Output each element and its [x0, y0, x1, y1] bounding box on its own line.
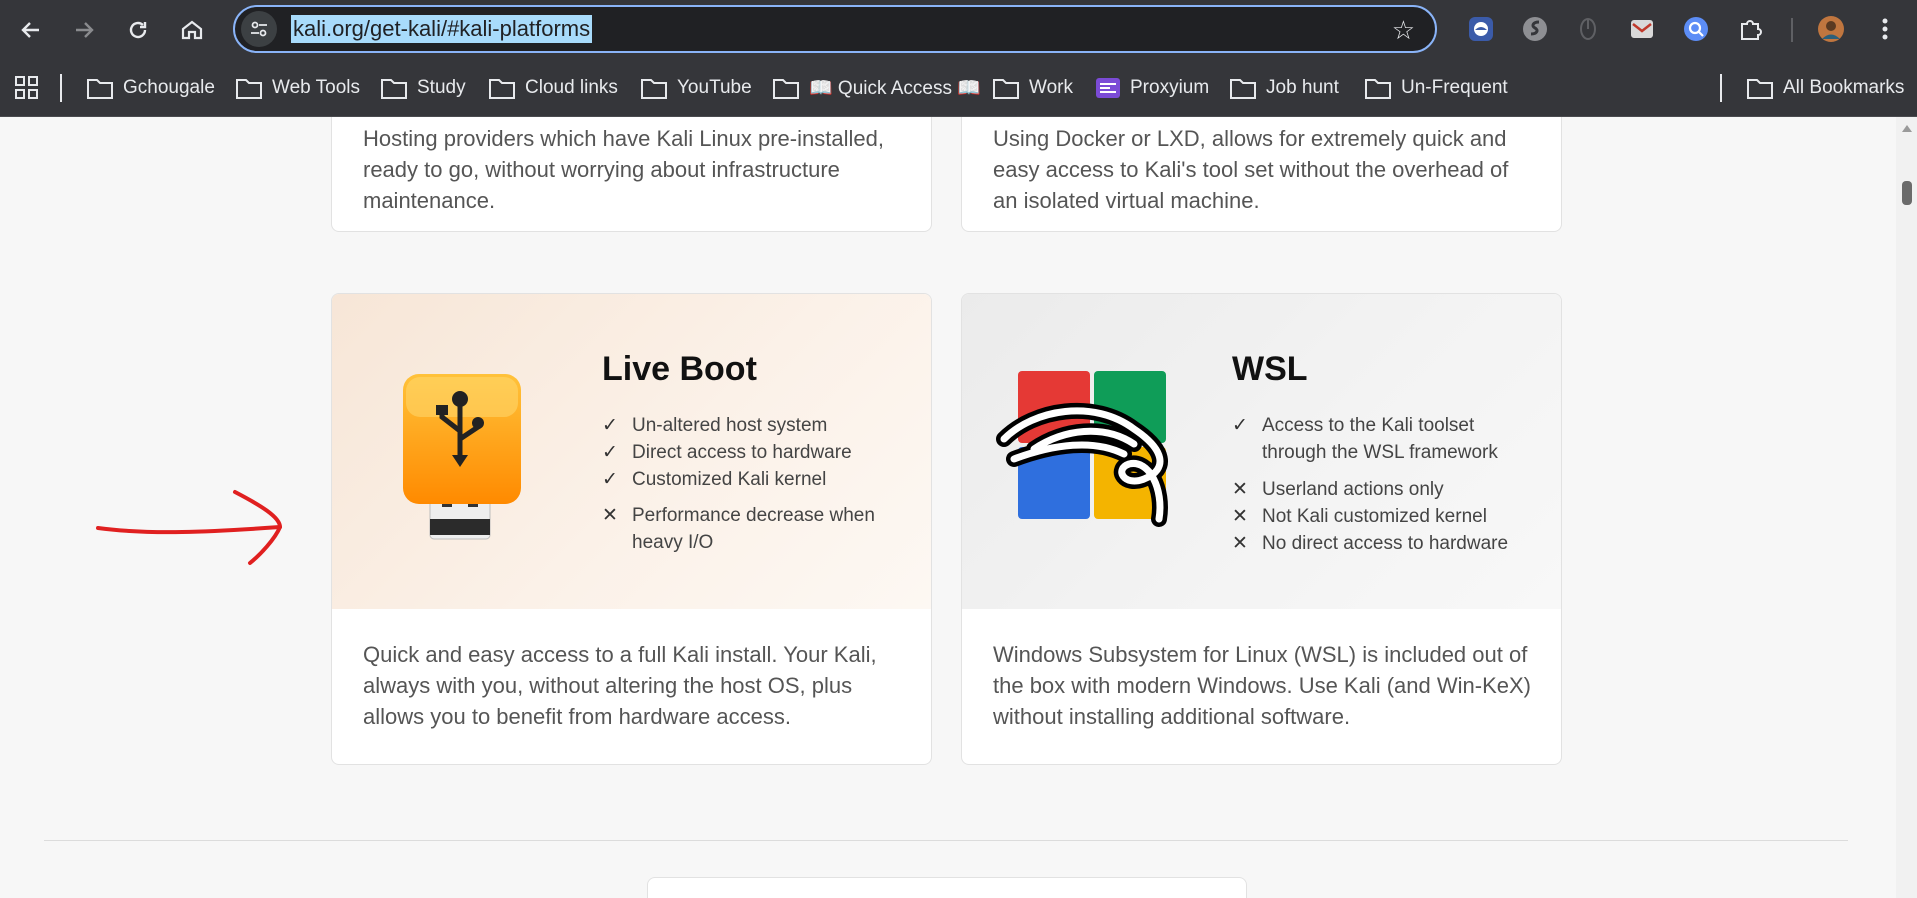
check-icon: ✓	[1232, 415, 1248, 436]
cloud-card-description: Hosting providers which have Kali Linux …	[363, 126, 884, 213]
wsl-feature: ✓ Access to the Kali toolset through the …	[1232, 412, 1522, 466]
bookmark-label: Work	[1029, 77, 1073, 98]
live-boot-feature: ✕ Performance decrease when heavy I/O	[602, 502, 892, 556]
bookmarks-separator	[1720, 74, 1722, 102]
live-boot-hero: Live Boot ✓ Un-altered host system ✓ Direc…	[332, 294, 931, 609]
folder-icon	[87, 79, 113, 99]
live-boot-title: Live Boot	[602, 350, 757, 388]
extensions-puzzle-icon[interactable]	[1735, 14, 1765, 44]
wsl-title: WSL	[1232, 350, 1308, 388]
cloud-card: Hosting providers which have Kali Linux …	[331, 117, 932, 232]
bookmark-folder[interactable]: Gchougale	[87, 70, 215, 106]
next-section-card	[647, 877, 1247, 898]
bookmark-folder[interactable]: Job hunt	[1230, 70, 1339, 106]
back-button[interactable]	[11, 10, 51, 50]
wsl-feature: ✕ Not Kali customized kernel	[1232, 503, 1487, 530]
folder-icon	[773, 79, 799, 99]
check-icon: ✓	[602, 415, 618, 436]
folder-icon	[381, 79, 407, 99]
bookmark-label: Study	[417, 77, 466, 98]
section-divider	[44, 840, 1848, 841]
folder-icon	[641, 79, 667, 99]
usb-drive-icon	[403, 374, 521, 540]
containers-card: Using Docker or LXD, allows for extremel…	[961, 117, 1562, 232]
check-icon: ✓	[602, 469, 618, 490]
tune-icon	[251, 21, 267, 37]
cross-icon: ✕	[1232, 479, 1248, 500]
bookmark-label: Job hunt	[1266, 77, 1339, 98]
bookmarks-bar: Gchougale Web Tools Study Cloud links Yo…	[0, 60, 1917, 117]
bookmark-label: Proxyium	[1130, 77, 1210, 98]
bookmark-star-icon[interactable]: ☆	[1392, 15, 1415, 46]
wsl-feature: ✕ Userland actions only	[1232, 476, 1444, 503]
folder-icon	[1365, 79, 1391, 99]
bookmark-label: Cloud links	[525, 77, 618, 98]
bookmark-folder[interactable]: Cloud links	[489, 70, 618, 106]
wsl-kali-logo-icon	[996, 371, 1168, 527]
url-text[interactable]: kali.org/get-kali/#kali-platforms	[291, 15, 593, 43]
extension-icon-4[interactable]	[1627, 14, 1657, 44]
home-button[interactable]	[172, 10, 212, 50]
wsl-description: Windows Subsystem for Linux (WSL) is inc…	[993, 642, 1531, 729]
cross-icon: ✕	[1232, 533, 1248, 554]
forward-button[interactable]	[64, 10, 104, 50]
live-boot-description: Quick and easy access to a full Kali ins…	[363, 642, 877, 729]
bookmark-folder[interactable]: Work	[993, 70, 1073, 106]
browser-menu-icon[interactable]	[1870, 14, 1900, 44]
folder-icon	[993, 79, 1019, 99]
extension-icon-2[interactable]	[1520, 14, 1550, 44]
cross-icon: ✕	[1232, 506, 1248, 527]
reload-icon	[129, 21, 147, 39]
bookmark-folder[interactable]: 📖 Quick Access 📖	[773, 70, 981, 106]
wsl-feature: ✕ No direct access to hardware	[1232, 530, 1508, 557]
folder-icon	[1230, 79, 1256, 99]
home-icon	[181, 20, 203, 40]
folder-icon	[236, 79, 262, 99]
page-content: Hosting providers which have Kali Linux …	[0, 117, 1896, 898]
toolbar-separator	[1791, 18, 1793, 42]
containers-card-description: Using Docker or LXD, allows for extremel…	[993, 126, 1509, 213]
back-arrow-icon	[21, 22, 39, 38]
live-boot-feature: ✓ Direct access to hardware	[602, 439, 852, 466]
scrollbar-thumb[interactable]	[1902, 181, 1912, 205]
site-settings-button[interactable]	[241, 11, 277, 47]
bookmark-folder[interactable]: Study	[381, 70, 466, 106]
all-bookmarks-label: All Bookmarks	[1783, 77, 1905, 98]
scroll-up-icon[interactable]	[1901, 123, 1913, 133]
bookmark-label: YouTube	[677, 77, 752, 98]
bookmark-folder[interactable]: Web Tools	[236, 70, 360, 106]
live-boot-feature: ✓ Customized Kali kernel	[602, 466, 826, 493]
wsl-card[interactable]: WSL ✓ Access to the Kali toolset through …	[961, 293, 1562, 765]
bookmark-folder[interactable]: YouTube	[641, 70, 752, 106]
bookmark-link[interactable]: Proxyium	[1096, 70, 1209, 106]
extension-icon-5[interactable]	[1681, 14, 1711, 44]
bookmark-label: Un-Frequent	[1401, 77, 1508, 98]
live-boot-feature: ✓ Un-altered host system	[602, 412, 827, 439]
all-bookmarks-button[interactable]: All Bookmarks	[1747, 70, 1904, 106]
profile-avatar[interactable]	[1816, 14, 1846, 44]
forward-arrow-icon	[76, 22, 94, 38]
wsl-hero: WSL ✓ Access to the Kali toolset through …	[962, 294, 1561, 609]
reload-button[interactable]	[118, 10, 158, 50]
bookmarks-separator	[60, 74, 62, 102]
bookmark-folder[interactable]: Un-Frequent	[1365, 70, 1508, 106]
bookmark-label: 📖 Quick Access 📖	[809, 78, 981, 99]
live-boot-card[interactable]: Live Boot ✓ Un-altered host system ✓ Direc…	[331, 293, 932, 765]
folder-icon	[489, 79, 515, 99]
folder-icon	[1747, 79, 1773, 99]
annotation-arrow-icon	[96, 490, 283, 565]
browser-toolbar: kali.org/get-kali/#kali-platforms ☆	[0, 0, 1917, 60]
extension-icon-3[interactable]	[1573, 14, 1603, 44]
cross-icon: ✕	[602, 505, 618, 526]
address-bar[interactable]: kali.org/get-kali/#kali-platforms ☆	[233, 5, 1437, 53]
bookmark-label: Web Tools	[272, 77, 361, 98]
check-icon: ✓	[602, 442, 618, 463]
bookmark-label: Gchougale	[123, 77, 215, 98]
proxyium-icon	[1096, 78, 1120, 98]
page-scrollbar[interactable]	[1896, 117, 1917, 898]
extension-icon-1[interactable]	[1466, 14, 1496, 44]
apps-grid-icon[interactable]	[14, 70, 40, 106]
